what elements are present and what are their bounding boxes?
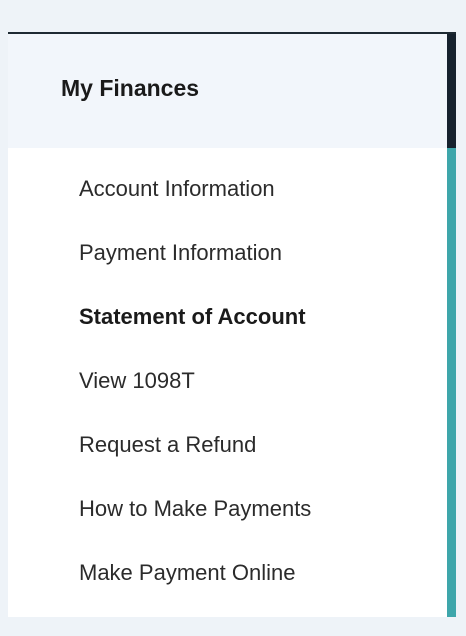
panel-accent-bar <box>447 34 456 617</box>
panel-header: My Finances <box>8 34 447 148</box>
nav-item-view-1098t[interactable]: View 1098T <box>79 363 311 399</box>
nav-item-account-information[interactable]: Account Information <box>79 171 311 207</box>
finances-nav-panel: My Finances Account Information Payment … <box>8 32 456 617</box>
finances-nav-list: Account Information Payment Information … <box>8 171 311 591</box>
panel-title: My Finances <box>61 75 200 101</box>
nav-item-request-a-refund[interactable]: Request a Refund <box>79 427 311 463</box>
nav-item-make-payment-online[interactable]: Make Payment Online <box>79 555 311 591</box>
nav-item-statement-of-account[interactable]: Statement of Account <box>79 299 311 335</box>
nav-item-how-to-make-payments[interactable]: How to Make Payments <box>79 491 311 527</box>
nav-item-payment-information[interactable]: Payment Information <box>79 235 311 271</box>
